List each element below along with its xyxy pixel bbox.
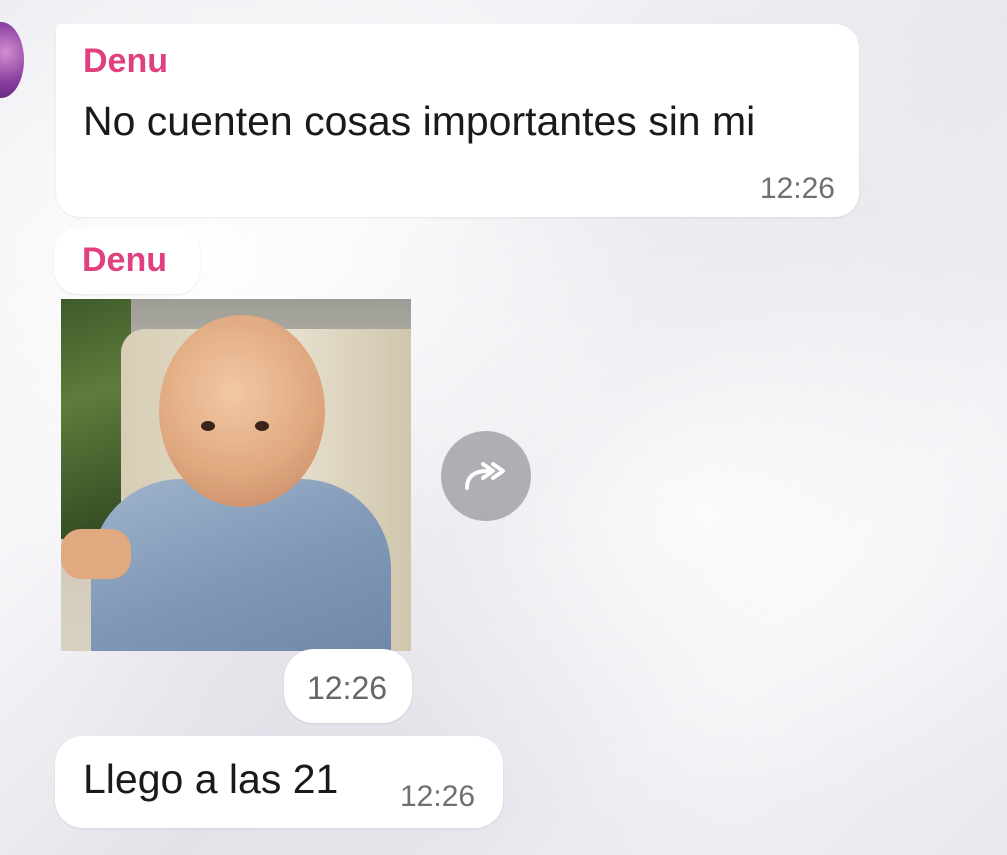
message-bubble[interactable]: Denu No cuenten cosas importantes sin mi… bbox=[56, 24, 859, 217]
message-text: No cuenten cosas importantes sin mi bbox=[83, 98, 756, 144]
message-bubble[interactable]: Llego a las 21 12:26 bbox=[55, 736, 503, 828]
message-time: 12:26 bbox=[400, 780, 476, 813]
message-time: 12:26 bbox=[307, 670, 388, 706]
sender-header: Denu bbox=[54, 228, 200, 294]
photo-eye bbox=[255, 421, 269, 431]
photo-arm bbox=[61, 529, 131, 579]
avatar[interactable] bbox=[0, 22, 24, 98]
message-text: Llego a las 21 bbox=[83, 756, 339, 802]
photo-eye bbox=[201, 421, 215, 431]
photo-time-badge: 12:26 bbox=[284, 649, 412, 723]
forward-icon bbox=[465, 462, 505, 490]
sender-name[interactable]: Denu bbox=[83, 42, 168, 81]
photo-message[interactable] bbox=[61, 299, 411, 651]
photo-face bbox=[159, 315, 325, 507]
forward-button[interactable] bbox=[441, 431, 531, 521]
message-time: 12:26 bbox=[759, 172, 835, 205]
sender-name[interactable]: Denu bbox=[82, 241, 167, 280]
